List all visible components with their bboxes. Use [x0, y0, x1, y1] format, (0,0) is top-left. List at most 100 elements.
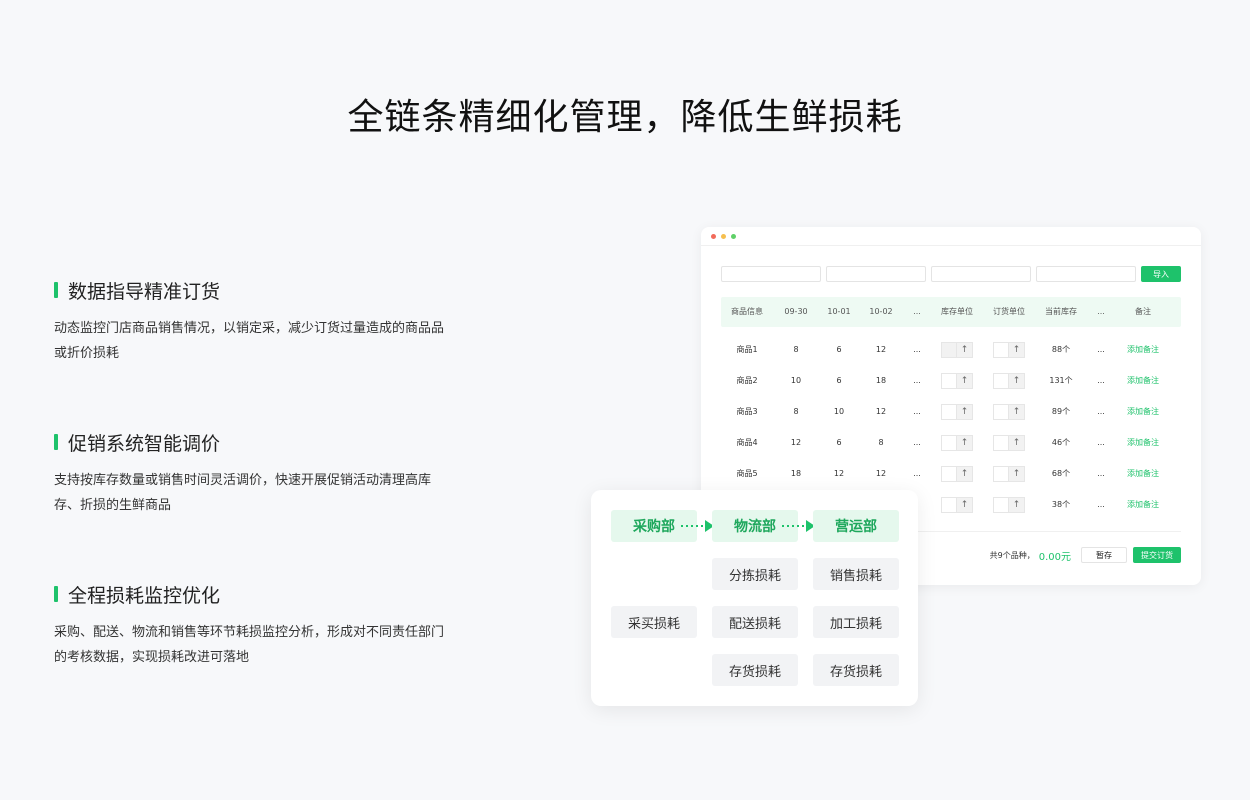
order-unit-input[interactable]	[993, 342, 1009, 358]
total-label: 共9个品种，	[989, 550, 1035, 560]
feature-desc: 动态监控门店商品销售情况，以销定采，减少订货过量造成的商品品或折价损耗	[54, 321, 445, 361]
cell-more: ...	[913, 438, 921, 447]
cell-d2: 6	[836, 345, 842, 354]
minimize-dot-icon[interactable]	[721, 234, 726, 239]
add-note-link[interactable]: 添加备注	[1127, 469, 1159, 479]
close-dot-icon[interactable]	[711, 234, 716, 239]
stock-unit-stepper[interactable]: ↑	[941, 404, 973, 420]
loss-inventory-logistics: 存货损耗	[712, 654, 798, 686]
cell-more: ...	[913, 407, 921, 416]
cell-more: ...	[913, 345, 921, 354]
header-date-1: 09-30	[784, 307, 808, 316]
arrow-up-icon[interactable]: ↑	[1009, 342, 1025, 358]
order-unit-stepper[interactable]: ↑	[993, 373, 1025, 389]
filter-input-3[interactable]	[931, 266, 1031, 282]
add-note-link[interactable]: 添加备注	[1127, 438, 1159, 448]
save-draft-button[interactable]: 暂存	[1081, 547, 1127, 563]
accent-bar	[54, 434, 58, 450]
stock-unit-input[interactable]	[941, 497, 957, 513]
stock-unit-stepper[interactable]: ↑	[941, 497, 973, 513]
header-stock-unit: 库存单位	[941, 307, 973, 316]
window-controls	[711, 234, 736, 239]
header-current-stock: 当前库存	[1045, 307, 1077, 316]
cell-d3: 12	[875, 407, 887, 416]
header-more-2: ...	[1097, 307, 1105, 316]
filter-input-4[interactable]	[1036, 266, 1136, 282]
cell-d3: 18	[875, 376, 887, 385]
arrow-up-icon[interactable]: ↑	[957, 466, 973, 482]
stock-unit-input[interactable]	[941, 342, 957, 358]
cell-more: ...	[913, 469, 921, 478]
dept-operations: 营运部	[813, 510, 899, 542]
loss-sorting: 分拣损耗	[712, 558, 798, 590]
arrow-up-icon[interactable]: ↑	[957, 435, 973, 451]
table-row: 商品4 12 6 8... 46个... ↑ ↑ 添加备注	[721, 435, 1181, 451]
add-note-link[interactable]: 添加备注	[1127, 345, 1159, 355]
cell-d3: 12	[875, 345, 887, 354]
arrow-up-icon[interactable]: ↑	[1009, 497, 1025, 513]
order-unit-input[interactable]	[993, 466, 1009, 482]
maximize-dot-icon[interactable]	[731, 234, 736, 239]
order-unit-stepper[interactable]: ↑	[993, 342, 1025, 358]
cell-more2: ...	[1097, 469, 1105, 478]
loss-inventory-ops: 存货损耗	[813, 654, 899, 686]
order-unit-input[interactable]	[993, 497, 1009, 513]
stock-unit-stepper[interactable]: ↑	[941, 466, 973, 482]
header-date-3: 10-02	[869, 307, 893, 316]
order-unit-input[interactable]	[993, 435, 1009, 451]
arrow-up-icon[interactable]: ↑	[957, 373, 973, 389]
arrow-up-icon[interactable]: ↑	[1009, 435, 1025, 451]
cell-d3: 12	[875, 469, 887, 478]
header-date-2: 10-01	[827, 307, 851, 316]
header-note: 备注	[1135, 307, 1151, 316]
cell-stock: 131个	[1049, 376, 1073, 385]
feature-title: 全程损耗监控优化	[68, 584, 221, 607]
loss-flow-card: 采购部 物流部 营运部 分拣损耗 销售损耗 采买损耗 配送损耗 加工损耗 存货损…	[591, 490, 918, 706]
filter-input-2[interactable]	[826, 266, 926, 282]
header-more: ...	[913, 307, 921, 316]
arrow-up-icon[interactable]: ↑	[1009, 373, 1025, 389]
cell-d3: 8	[878, 438, 884, 447]
loss-delivery: 配送损耗	[712, 606, 798, 638]
order-unit-input[interactable]	[993, 404, 1009, 420]
loss-processing: 加工损耗	[813, 606, 899, 638]
accent-bar	[54, 586, 58, 602]
cell-stock: 68个	[1051, 469, 1071, 478]
arrow-up-icon[interactable]: ↑	[957, 404, 973, 420]
table-row: 商品3 8 10 12... 89个... ↑ ↑ 添加备注	[721, 404, 1181, 420]
stock-unit-stepper[interactable]: ↑	[941, 342, 973, 358]
flow-arrow-icon	[782, 520, 815, 532]
flow-arrow-icon	[681, 520, 714, 532]
import-button[interactable]: 导入	[1141, 266, 1181, 282]
stock-unit-input[interactable]	[941, 466, 957, 482]
order-unit-stepper[interactable]: ↑	[993, 497, 1025, 513]
order-unit-stepper[interactable]: ↑	[993, 466, 1025, 482]
window-divider	[701, 245, 1201, 246]
stock-unit-stepper[interactable]: ↑	[941, 435, 973, 451]
add-note-link[interactable]: 添加备注	[1127, 376, 1159, 386]
arrow-up-icon[interactable]: ↑	[957, 497, 973, 513]
order-unit-stepper[interactable]: ↑	[993, 435, 1025, 451]
stock-unit-input[interactable]	[941, 373, 957, 389]
stock-unit-input[interactable]	[941, 435, 957, 451]
arrow-up-icon[interactable]: ↑	[1009, 466, 1025, 482]
cell-stock: 89个	[1051, 407, 1071, 416]
arrow-up-icon[interactable]: ↑	[1009, 404, 1025, 420]
order-unit-stepper[interactable]: ↑	[993, 404, 1025, 420]
feature-desc: 支持按库存数量或销售时间灵活调价，快速开展促销活动清理高库存、折损的生鲜商品	[54, 473, 432, 513]
table-header: 商品信息 09-30 10-01 10-02 ... 库存单位 订货单位 当前库…	[721, 297, 1181, 327]
order-unit-input[interactable]	[993, 373, 1009, 389]
table-row: 商品1 8 6 12... 88个... ↑ ↑ 添加备注	[721, 342, 1181, 358]
cell-more2: ...	[1097, 407, 1105, 416]
filter-input-1[interactable]	[721, 266, 821, 282]
arrow-up-icon[interactable]: ↑	[957, 342, 973, 358]
total-amount: 0.00元	[1038, 551, 1071, 563]
add-note-link[interactable]: 添加备注	[1127, 407, 1159, 417]
stock-unit-input[interactable]	[941, 404, 957, 420]
page-title: 全链条精细化管理，降低生鲜损耗	[347, 97, 903, 138]
cell-d1: 10	[790, 376, 802, 385]
stock-unit-stepper[interactable]: ↑	[941, 373, 973, 389]
feature-pricing: 促销系统智能调价 支持按库存数量或销售时间灵活调价，快速开展促销活动清理高库存、…	[54, 430, 454, 518]
add-note-link[interactable]: 添加备注	[1127, 500, 1159, 510]
submit-order-button[interactable]: 提交订货	[1133, 547, 1181, 563]
